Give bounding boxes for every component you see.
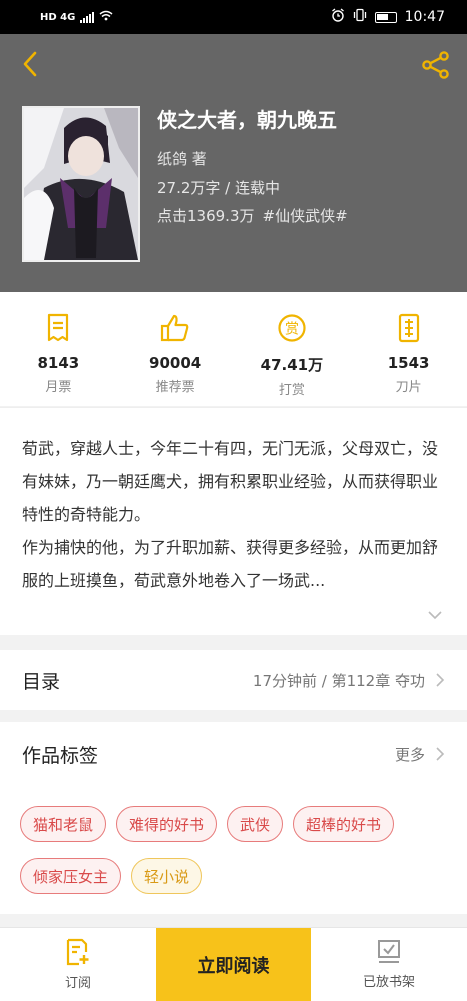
bookshelf-check-icon xyxy=(378,940,400,963)
tag-chip[interactable]: 超棒的好书 xyxy=(293,806,395,842)
network-label: HD 4G xyxy=(40,11,76,23)
stat-recommend[interactable]: 90004 推荐票 xyxy=(117,292,234,406)
stat-label: 打赏 xyxy=(278,383,305,398)
book-clicks-line: 点击1369.3万 #仙侠武侠# xyxy=(157,205,348,226)
toc-title: 目录 xyxy=(22,670,61,693)
signal-icon xyxy=(80,11,95,23)
chevron-left-icon xyxy=(23,51,37,77)
reward-icon: 赏 xyxy=(276,312,308,344)
book-word-count-status: 27.2万字 / 连载中 xyxy=(157,179,280,197)
chevron-right-icon[interactable] xyxy=(435,746,445,762)
tags-section: 作品标签 更多 猫和老鼠 难得的好书 武侠 超棒的好书 倾家压女主 轻小说 xyxy=(0,722,467,914)
battery-icon xyxy=(374,11,397,23)
status-right: 10:47 xyxy=(331,8,445,26)
stat-value: 47.41万 xyxy=(260,356,324,374)
synopsis[interactable]: 荀武，穿越人士，今年二十有四，无门无派，父母双亡，没有妹妹，乃一朝廷鹰犬，拥有积… xyxy=(0,407,467,635)
thumbs-up-icon xyxy=(159,312,191,344)
stat-value: 90004 xyxy=(149,354,202,372)
stat-value: 1543 xyxy=(387,354,430,372)
monthly-ticket-icon xyxy=(42,312,74,344)
stat-blade[interactable]: 1543 刀片 xyxy=(350,292,467,406)
tag-list: 猫和老鼠 难得的好书 武侠 超棒的好书 倾家压女主 轻小说 xyxy=(0,786,440,894)
book-stats: 8143 月票 90004 推荐票 赏 47.41万 打赏 1543 刀片 xyxy=(0,292,467,406)
status-bar: HD 4G 10:47 xyxy=(0,0,467,34)
chevron-right-icon xyxy=(436,673,445,687)
book-genre-tag[interactable]: #仙侠武侠# xyxy=(263,207,348,225)
alarm-icon xyxy=(331,8,345,26)
book-title: 侠之大者，朝九晚五 xyxy=(157,108,337,132)
tag-chip[interactable]: 难得的好书 xyxy=(116,806,218,842)
tags-more-link[interactable]: 更多 xyxy=(395,744,425,765)
toc-latest-chapter: 17分钟前 / 第112章 夺功 xyxy=(252,671,425,690)
stat-value: 8143 xyxy=(37,354,80,372)
bottom-action-bar: 订阅 立即阅读 已放书架 xyxy=(0,927,467,1001)
share-button[interactable] xyxy=(419,48,453,82)
bookshelf-button[interactable]: 已放书架 xyxy=(311,928,467,1001)
wifi-icon xyxy=(99,10,113,24)
tag-chip[interactable]: 猫和老鼠 xyxy=(20,806,107,842)
tags-header: 作品标签 更多 xyxy=(0,722,467,786)
tag-chip[interactable]: 倾家压女主 xyxy=(20,858,122,894)
subscribe-label: 订阅 xyxy=(64,976,91,991)
clock: 10:47 xyxy=(404,9,445,25)
expand-synopsis-button[interactable] xyxy=(423,605,447,625)
synopsis-paragraph: 荀武，穿越人士，今年二十有四，无门无派，父母双亡，没有妹妹，乃一朝廷鹰犬，拥有积… xyxy=(22,439,439,524)
stat-label: 刀片 xyxy=(395,380,422,395)
book-header: 侠之大者，朝九晚五 纸鸽 著 27.2万字 / 连载中 点击1369.3万 #仙侠… xyxy=(0,34,467,292)
tag-chip[interactable]: 武侠 xyxy=(227,806,284,842)
book-cover[interactable] xyxy=(22,106,140,262)
stat-reward[interactable]: 赏 47.41万 打赏 xyxy=(234,292,351,406)
book-author[interactable]: 纸鸽 著 xyxy=(157,148,207,169)
network-indicators: HD 4G xyxy=(40,10,113,24)
bookshelf-label: 已放书架 xyxy=(362,975,415,990)
share-icon xyxy=(422,51,449,79)
tag-chip[interactable]: 轻小说 xyxy=(131,858,203,894)
stat-label: 月票 xyxy=(45,380,72,395)
tags-title: 作品标签 xyxy=(22,744,99,767)
vibrate-icon xyxy=(353,8,367,26)
book-clicks: 点击1369.3万 xyxy=(157,207,255,225)
table-of-contents-row[interactable]: 目录 17分钟前 / 第112章 夺功 xyxy=(0,650,467,710)
back-button[interactable] xyxy=(14,48,46,80)
read-now-button[interactable]: 立即阅读 xyxy=(156,928,311,1001)
cover-illustration xyxy=(24,108,138,260)
synopsis-paragraph: 作为捕快的他，为了升职加薪、获得更多经验，从而更加舒服的上班摸鱼，荀武意外地卷入… xyxy=(22,538,439,590)
blade-icon xyxy=(393,312,425,344)
chevron-down-icon xyxy=(428,611,442,620)
subscribe-button[interactable]: 订阅 xyxy=(0,928,156,1001)
stat-label: 推荐票 xyxy=(155,380,195,395)
stat-monthly-ticket[interactable]: 8143 月票 xyxy=(0,292,117,406)
subscribe-icon xyxy=(66,938,89,966)
svg-text:赏: 赏 xyxy=(285,322,299,338)
